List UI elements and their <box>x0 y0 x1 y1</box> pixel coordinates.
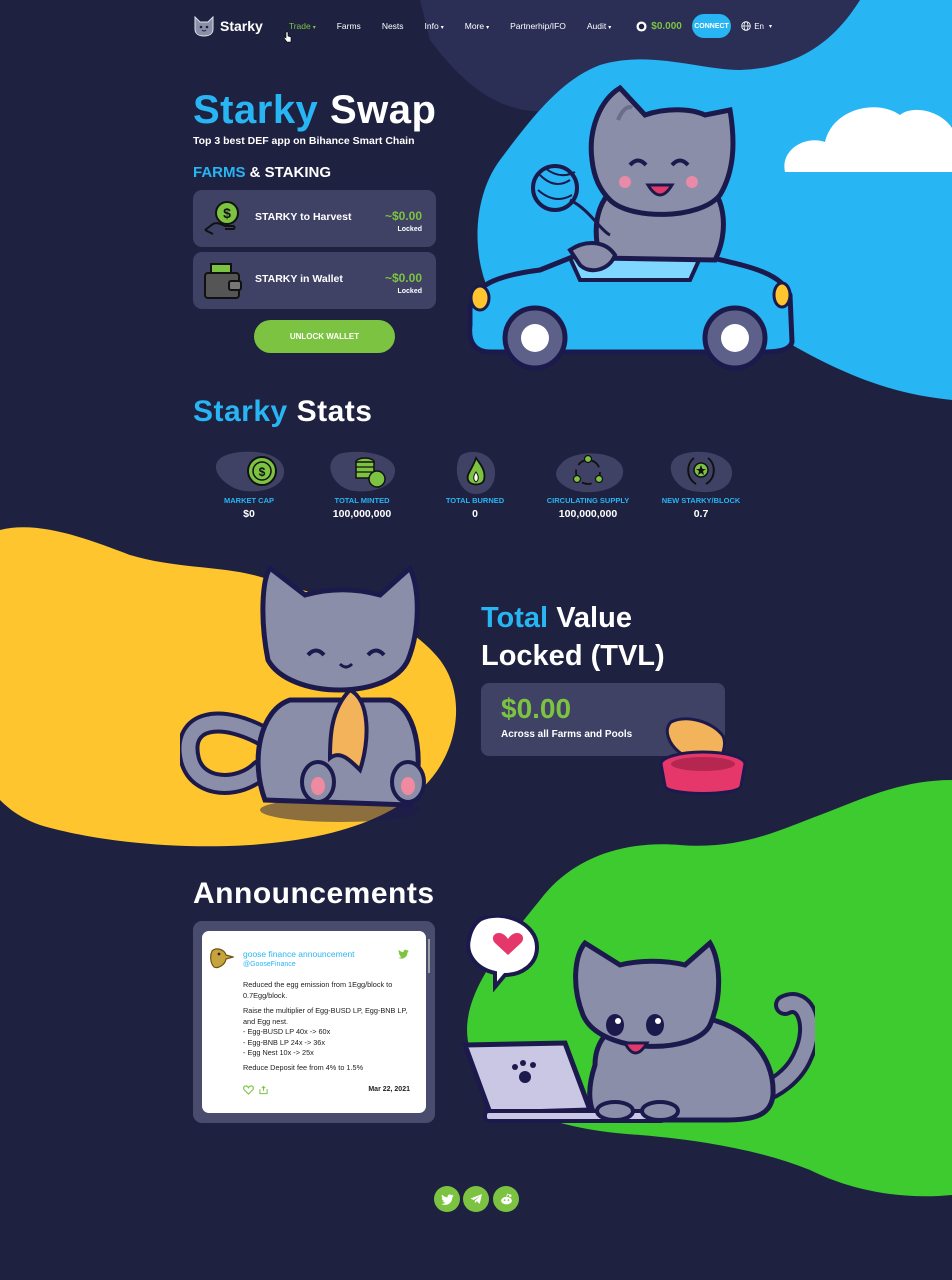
goose-avatar[interactable] <box>208 945 234 971</box>
farms-staking-heading: FARMS & STAKING <box>193 164 332 181</box>
nav-info[interactable]: Info ▾ <box>425 21 444 31</box>
stat-total-burned: TOTAL BURNED 0 <box>425 450 525 520</box>
nav-partnership-ifo[interactable]: Partnerhip/IFO <box>510 21 566 31</box>
harvest-status: Locked <box>397 226 422 233</box>
reddit-button[interactable] <box>493 1186 519 1212</box>
tweet-handle[interactable]: @GooseFinance <box>243 961 296 968</box>
cat-car-illustration <box>467 84 795 371</box>
tweet-date[interactable]: Mar 22, 2021 <box>368 1086 410 1093</box>
balance-display: $0.000 <box>636 21 682 32</box>
stat-label: TOTAL MINTED <box>334 496 390 505</box>
stat-value: $0 <box>243 508 255 520</box>
brand-logo[interactable]: Starky <box>192 15 263 37</box>
hand-coin-icon: $ <box>204 201 239 235</box>
stat-value: 0.7 <box>693 508 709 520</box>
announcements-title: Announcements <box>193 877 435 910</box>
cat-logo-icon <box>194 15 214 37</box>
announcement-panel: goose finance announcement @GooseFinance… <box>193 921 435 1123</box>
circulation-icon <box>556 453 624 493</box>
svg-text:$: $ <box>223 205 231 221</box>
stat-total-minted: TOTAL MINTED 100,000,000 <box>312 450 412 520</box>
stat-new-per-block: NEW STARKY/BLOCK 0.7 <box>651 450 751 520</box>
cat-fish-illustration <box>180 563 426 822</box>
wallet-card: STARKY in Wallet ~$0.00 Locked <box>193 252 436 309</box>
stat-label: CIRCULATING SUPPLY <box>546 496 630 505</box>
coin-stack-icon <box>330 451 396 492</box>
heart-outline-icon[interactable] <box>243 1085 254 1095</box>
wallet-value: ~$0.00 <box>384 271 422 285</box>
laurel-star-icon <box>670 451 733 493</box>
harvest-card: $ STARKY to Harvest ~$0.00 Locked <box>193 190 436 247</box>
telegram-icon <box>470 1194 482 1204</box>
hero-subtitle: Top 3 best DEF app on Bihance Smart Chai… <box>193 135 415 147</box>
connect-button[interactable]: CONNECT <box>691 14 732 38</box>
harvest-label: STARKY to Harvest <box>255 211 352 223</box>
wallet-status: Locked <box>397 288 422 295</box>
tweet-card: goose finance announcement @GooseFinance… <box>202 931 430 1113</box>
stat-label: MARKET CAP <box>224 496 274 505</box>
share-icon[interactable] <box>259 1085 268 1095</box>
nav-audit[interactable]: Audit ▾ <box>587 21 611 31</box>
dollar-coin-icon: $ <box>215 451 285 492</box>
hero-title: Starky Swap <box>193 88 437 132</box>
wallet-label: STARKY in Wallet <box>255 273 343 285</box>
telegram-button[interactable] <box>463 1186 489 1212</box>
top-nav: Starky Trade ▾ Farms Nests Info ▾ More ▾ Pa… <box>192 10 772 42</box>
brand-name: Starky <box>220 18 263 34</box>
language-selector[interactable]: En ▾ <box>741 21 772 31</box>
tweet-paragraph-3: Reduce Deposit fee from 4% to 1.5% <box>243 1063 364 1072</box>
reddit-icon <box>500 1193 512 1205</box>
stat-market-cap: $ MARKET CAP $0 <box>199 450 299 520</box>
globe-icon <box>741 21 751 31</box>
harvest-value: ~$0.00 <box>384 209 422 223</box>
tvl-value: $0.00 <box>501 693 572 724</box>
stat-value: 100,000,000 <box>558 508 618 520</box>
stat-value: 100,000,000 <box>332 508 392 520</box>
stat-label: TOTAL BURNED <box>445 496 505 505</box>
stats-title: Starky Stats <box>193 395 373 428</box>
tweet-paragraph-2: Raise the multiplier of Egg-BUSD LP, Egg… <box>243 1006 408 1057</box>
token-icon <box>636 20 647 32</box>
tweet-author[interactable]: goose finance announcement <box>243 949 355 959</box>
stat-label: NEW STARKY/BLOCK <box>661 496 741 505</box>
cat-laptop-illustration <box>461 915 815 1123</box>
stat-circulating-supply: CIRCULATING SUPPLY 100,000,000 <box>538 450 638 520</box>
nav-more[interactable]: More ▾ <box>465 21 489 31</box>
stat-value: 0 <box>472 508 478 520</box>
unlock-wallet-button[interactable]: UNLOCK WALLET <box>254 320 395 353</box>
flame-icon <box>456 451 496 494</box>
twitter-icon <box>440 1193 453 1205</box>
nav-trade[interactable]: Trade ▾ <box>289 21 316 31</box>
tweet-paragraph-1: Reduced the egg emission from 1Egg/block… <box>243 980 393 1000</box>
twitter-bird-icon[interactable] <box>398 949 409 959</box>
svg-text:$: $ <box>259 465 266 479</box>
nav-nests[interactable]: Nests <box>382 21 404 31</box>
wallet-icon <box>204 263 242 299</box>
nav-farms[interactable]: Farms <box>337 21 361 31</box>
tvl-caption: Across all Farms and Pools <box>501 729 633 740</box>
cursor-pointer-icon <box>283 31 292 43</box>
tvl-title: Total Value Locked (TVL) <box>481 602 665 672</box>
twitter-button[interactable] <box>434 1186 460 1212</box>
fish-bowl-icon <box>659 717 747 795</box>
